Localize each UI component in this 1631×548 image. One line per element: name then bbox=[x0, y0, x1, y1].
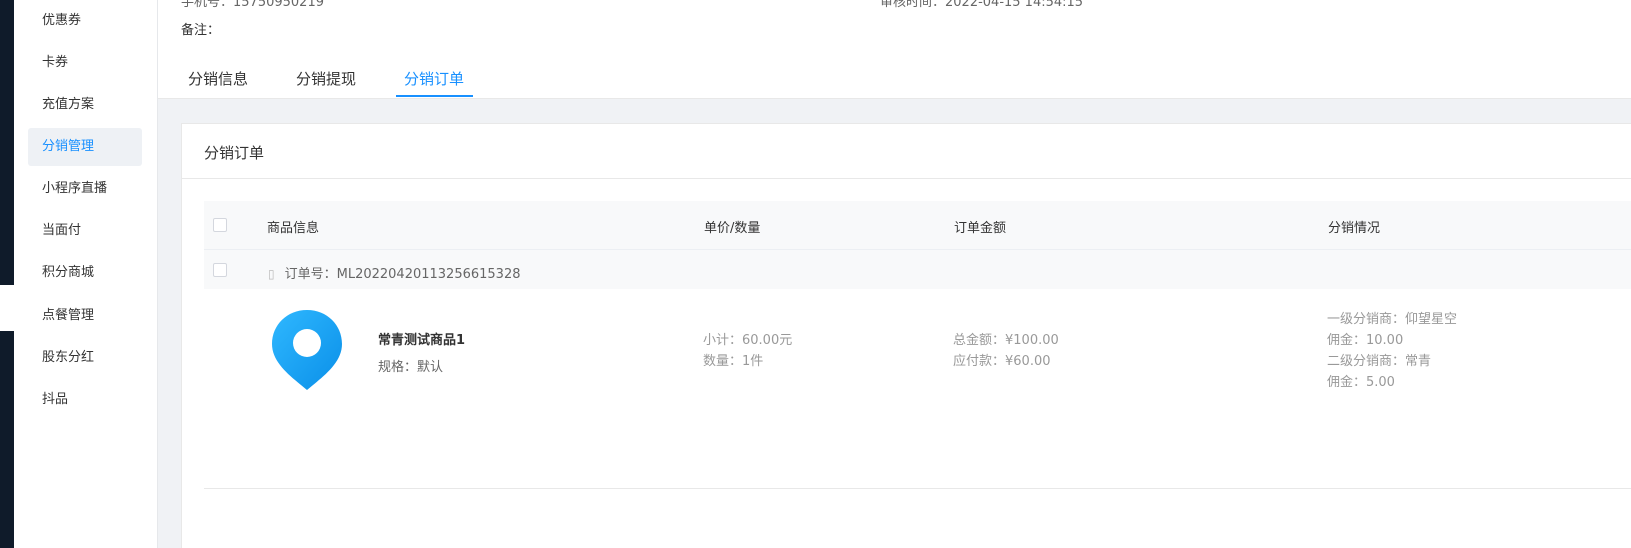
quantity: 数量：1件 bbox=[703, 354, 764, 369]
app-nav-strip-gap bbox=[0, 285, 14, 331]
product-spec: 规格：默认 bbox=[378, 360, 444, 375]
remark-label: 备注： bbox=[181, 23, 221, 38]
total-amount: 总金额：¥100.00 bbox=[953, 333, 1059, 348]
sidebar-item-face-pay[interactable]: 当面付 bbox=[28, 212, 142, 250]
sidebar-item-shareholder-dividend[interactable]: 股东分红 bbox=[28, 339, 142, 377]
tab-distribution-orders[interactable]: 分销订单 bbox=[404, 68, 464, 98]
payable-amount: 应付款：¥60.00 bbox=[953, 354, 1051, 369]
order-row: ▯ 订单号：ML20220420113256615328 bbox=[204, 249, 1631, 289]
product-name: 常青测试商品1 bbox=[378, 333, 466, 348]
orders-card: 分销订单 商品信息 单价/数量 订单金额 分销情况 ▯ 订单号：ML2022042… bbox=[181, 123, 1631, 548]
column-header-order-amount: 订单金额 bbox=[954, 221, 1007, 236]
sidebar-item-points-mall[interactable]: 积分商城 bbox=[28, 254, 142, 292]
column-header-price-qty: 单价/数量 bbox=[704, 221, 761, 236]
location-pin-icon bbox=[272, 310, 342, 390]
card-divider bbox=[182, 178, 1631, 179]
level1-commission: 佣金：10.00 bbox=[1327, 333, 1404, 348]
tab-distribution-info[interactable]: 分销信息 bbox=[188, 68, 248, 98]
active-tab-indicator bbox=[396, 95, 473, 97]
order-number-text: 订单号：ML20220420113256615328 bbox=[284, 267, 521, 282]
level1-distributor: 一级分销商：仰望星空 bbox=[1327, 312, 1458, 327]
column-header-distribution: 分销情况 bbox=[1328, 221, 1381, 236]
order-checkbox[interactable] bbox=[213, 263, 227, 277]
sidebar-item-food-ordering[interactable]: 点餐管理 bbox=[28, 297, 142, 335]
header-panel: 手机号：15750950219 审核时间：2022-04-15 14:54:15… bbox=[158, 0, 1631, 99]
tab-distribution-withdraw[interactable]: 分销提现 bbox=[296, 68, 356, 98]
select-all-checkbox[interactable] bbox=[213, 218, 227, 232]
table-header: 商品信息 单价/数量 订单金额 分销情况 bbox=[204, 201, 1631, 249]
subtotal: 小计：60.00元 bbox=[703, 333, 793, 348]
level2-commission: 佣金：5.00 bbox=[1327, 375, 1395, 390]
level2-distributor: 二级分销商：常青 bbox=[1327, 354, 1432, 369]
sidebar-item-recharge-plans[interactable]: 充值方案 bbox=[28, 86, 142, 124]
sidebar-item-douyin-goods[interactable]: 抖品 bbox=[28, 381, 142, 419]
sidebar-item-cards[interactable]: 卡券 bbox=[28, 44, 142, 82]
sidebar: 优惠券 卡券 充值方案 分销管理 小程序直播 当面付 积分商城 点餐管理 股东分… bbox=[14, 0, 158, 548]
sidebar-item-mini-program-live[interactable]: 小程序直播 bbox=[28, 170, 142, 208]
order-number: ▯ 订单号：ML20220420113256615328 bbox=[268, 263, 521, 282]
app-nav-strip bbox=[0, 0, 14, 548]
sidebar-item-coupons[interactable]: 优惠券 bbox=[28, 2, 142, 40]
audit-time: 审核时间：2022-04-15 14:54:15 bbox=[880, 0, 1084, 10]
card-title: 分销订单 bbox=[204, 144, 265, 162]
column-header-product: 商品信息 bbox=[267, 221, 320, 236]
phone-number: 手机号：15750950219 bbox=[181, 0, 324, 10]
sidebar-item-distribution[interactable]: 分销管理 bbox=[28, 128, 142, 166]
document-icon: ▯ bbox=[268, 267, 275, 281]
row-bottom-divider bbox=[204, 488, 1631, 489]
